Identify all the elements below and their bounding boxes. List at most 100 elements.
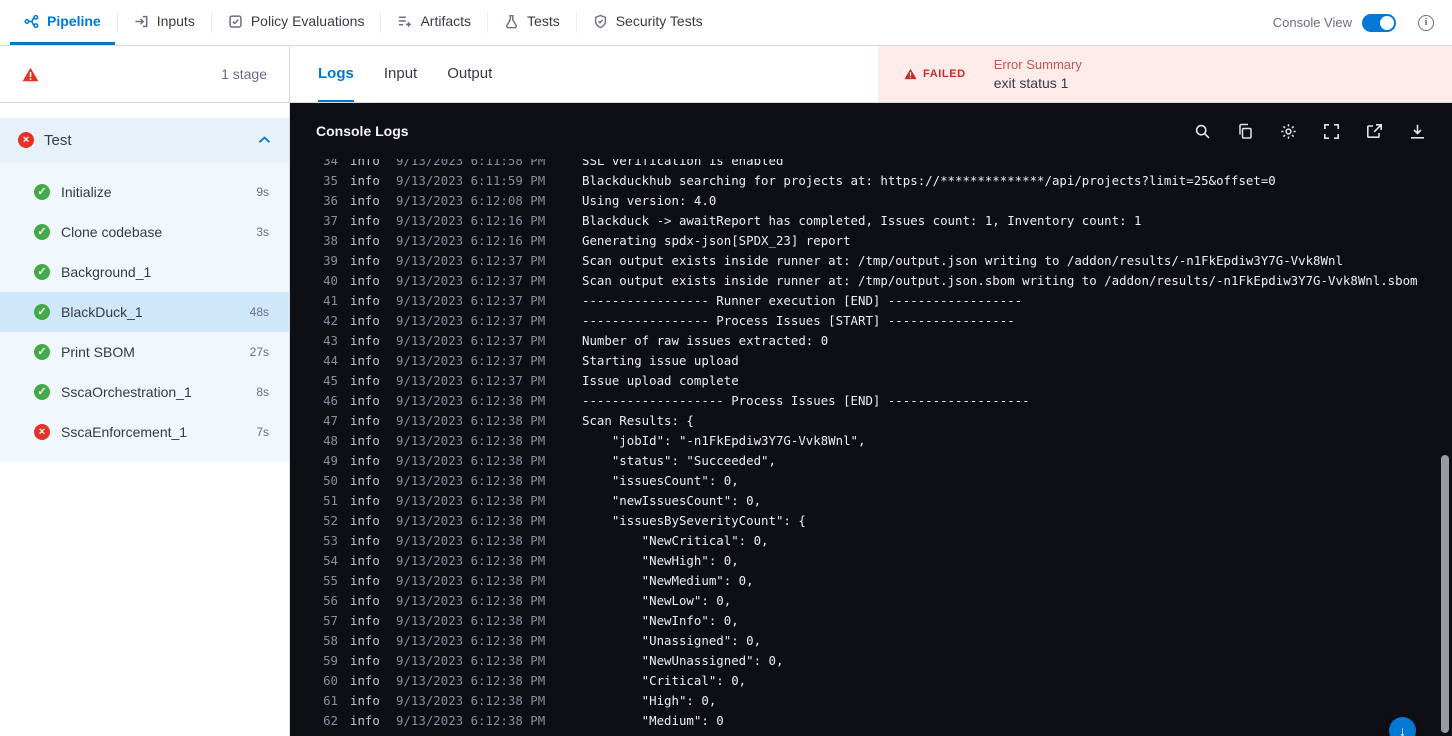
log-line-39: 39 info 9/13/2023 6:12:37 PM Scan output ex…	[290, 250, 1452, 270]
log-message: SSL verification is enabled	[582, 159, 784, 168]
tab-artifacts[interactable]: Artifacts	[383, 0, 485, 45]
log-line-61: 61 info 9/13/2023 6:12:38 PM "High": 0,	[290, 690, 1452, 710]
log-line-35: 35 info 9/13/2023 6:11:59 PM Blackduckhub s…	[290, 170, 1452, 190]
chevron-up-icon[interactable]	[258, 136, 271, 144]
step-row-initialize[interactable]: ✓ Initialize 9s	[0, 172, 289, 212]
fullscreen-icon[interactable]	[1323, 123, 1340, 140]
log-line-40: 40 info 9/13/2023 6:12:37 PM Scan output ex…	[290, 270, 1452, 290]
tab-input[interactable]: Input	[384, 46, 417, 102]
log-message: ------------------- Process Issues [END]…	[582, 392, 1030, 408]
console-view-label: Console View	[1272, 15, 1352, 30]
failed-x-icon: ×	[18, 132, 34, 148]
tab-pipeline[interactable]: Pipeline	[10, 0, 115, 45]
log-message: "Critical": 0,	[582, 672, 747, 688]
success-check-icon: ✓	[34, 224, 50, 240]
tab-policy-evaluations[interactable]: Policy Evaluations	[214, 0, 379, 45]
log-timestamp: 9/13/2023 6:12:38 PM	[396, 472, 546, 488]
log-message: Issue upload complete	[582, 372, 739, 388]
log-line-52: 52 info 9/13/2023 6:12:38 PM "issuesBySeve…	[290, 510, 1452, 530]
log-timestamp: 9/13/2023 6:12:38 PM	[396, 612, 546, 628]
steps-list: ✓ Initialize 9s ✓ Clone codebase 3s ✓ Backgroun…	[0, 162, 289, 452]
log-line-41: 41 info 9/13/2023 6:12:37 PM --------------…	[290, 290, 1452, 310]
log-line-number: 55	[323, 572, 338, 588]
log-level: info	[350, 532, 380, 548]
log-message: Using version: 4.0	[582, 192, 717, 208]
log-timestamp: 9/13/2023 6:12:16 PM	[396, 212, 546, 228]
log-timestamp: 9/13/2023 6:12:37 PM	[396, 332, 546, 348]
log-message: "NewInfo": 0,	[582, 612, 739, 628]
log-line-57: 57 info 9/13/2023 6:12:38 PM "NewInfo": 0,	[290, 610, 1452, 630]
log-timestamp: 9/13/2023 6:12:38 PM	[396, 532, 546, 548]
log-line-44: 44 info 9/13/2023 6:12:37 PM Starting issue…	[290, 350, 1452, 370]
log-line-number: 47	[323, 412, 338, 428]
success-check-icon: ✓	[34, 264, 50, 280]
log-level: info	[350, 392, 380, 408]
tab-output[interactable]: Output	[447, 46, 492, 102]
step-duration: 3s	[256, 225, 269, 239]
log-timestamp: 9/13/2023 6:12:38 PM	[396, 652, 546, 668]
failed-badge-label: FAILED	[923, 68, 966, 80]
log-line-50: 50 info 9/13/2023 6:12:38 PM "issuesCount"…	[290, 470, 1452, 490]
log-line-number: 49	[323, 452, 338, 468]
settings-gear-icon[interactable]	[1280, 123, 1297, 140]
log-line-number: 61	[323, 692, 338, 708]
tab-tests[interactable]: Tests	[490, 0, 574, 45]
log-scroll-area[interactable]: 34 info 9/13/2023 6:11:58 PM SSL verificati…	[290, 159, 1452, 736]
log-level: info	[350, 552, 380, 568]
log-level: info	[350, 612, 380, 628]
log-line-number: 60	[323, 672, 338, 688]
failed-x-icon: ×	[34, 424, 50, 440]
success-check-icon: ✓	[34, 184, 50, 200]
log-level: info	[350, 252, 380, 268]
download-icon[interactable]	[1409, 123, 1426, 140]
step-row-print-sbom[interactable]: ✓ Print SBOM 27s	[0, 332, 289, 372]
log-message: Blackduckhub searching for projects at: …	[582, 172, 1276, 188]
tab-inputs[interactable]: Inputs	[120, 0, 209, 45]
open-in-new-icon[interactable]	[1366, 123, 1383, 140]
log-message: Generating spdx-json[SPDX_23] report	[582, 232, 851, 248]
tab-logs[interactable]: Logs	[318, 46, 354, 102]
nav-separator	[116, 12, 118, 33]
search-icon[interactable]	[1194, 123, 1211, 140]
log-line-number: 53	[323, 532, 338, 548]
console-view-toggle[interactable]	[1362, 13, 1396, 32]
log-line-number: 37	[323, 212, 338, 228]
step-duration: 7s	[256, 425, 269, 439]
log-message: "jobId": "-n1FkEpdiw3Y7G-Vvk8Wnl",	[582, 432, 866, 448]
log-line-number: 52	[323, 512, 338, 528]
log-timestamp: 9/13/2023 6:12:38 PM	[396, 592, 546, 608]
log-line-number: 42	[323, 312, 338, 328]
nav-separator	[487, 12, 489, 33]
stage-row-test[interactable]: × Test	[0, 118, 289, 162]
log-line-number: 34	[323, 159, 338, 168]
log-level: info	[350, 159, 380, 168]
step-row-blackduck-1[interactable]: ✓ BlackDuck_1 48s	[0, 292, 289, 332]
warning-triangle-icon	[904, 68, 917, 80]
log-line-number: 46	[323, 392, 338, 408]
log-level: info	[350, 632, 380, 648]
scrollbar-thumb[interactable]	[1441, 455, 1449, 733]
log-timestamp: 9/13/2023 6:12:38 PM	[396, 712, 546, 728]
log-timestamp: 9/13/2023 6:12:08 PM	[396, 192, 546, 208]
step-label: Background_1	[61, 264, 152, 280]
tab-security-tests[interactable]: Security Tests	[579, 0, 717, 45]
step-row-clone-codebase[interactable]: ✓ Clone codebase 3s	[0, 212, 289, 252]
step-label: Print SBOM	[61, 344, 135, 360]
info-icon[interactable]: i	[1418, 14, 1434, 31]
log-level: info	[350, 172, 380, 188]
log-line-37: 37 info 9/13/2023 6:12:16 PM Blackduck -> a…	[290, 210, 1452, 230]
step-row-sscaenforcement-1[interactable]: × SscaEnforcement_1 7s	[0, 412, 289, 452]
step-row-background-1[interactable]: ✓ Background_1	[0, 252, 289, 292]
log-level: info	[350, 452, 380, 468]
failed-badge: FAILED	[904, 68, 966, 80]
log-line-45: 45 info 9/13/2023 6:12:37 PM Issue upload c…	[290, 370, 1452, 390]
log-message: Number of raw issues extracted: 0	[582, 332, 829, 348]
log-line-62: 62 info 9/13/2023 6:12:38 PM "Medium": 0	[290, 710, 1452, 730]
copy-icon[interactable]	[1237, 123, 1254, 140]
log-timestamp: 9/13/2023 6:12:37 PM	[396, 272, 546, 288]
log-message: Scan output exists inside runner at: /tm…	[582, 252, 1343, 268]
log-line-51: 51 info 9/13/2023 6:12:38 PM "newIssuesCou…	[290, 490, 1452, 510]
step-row-sscaorchestration-1[interactable]: ✓ SscaOrchestration_1 8s	[0, 372, 289, 412]
log-message: "NewMedium": 0,	[582, 572, 754, 588]
